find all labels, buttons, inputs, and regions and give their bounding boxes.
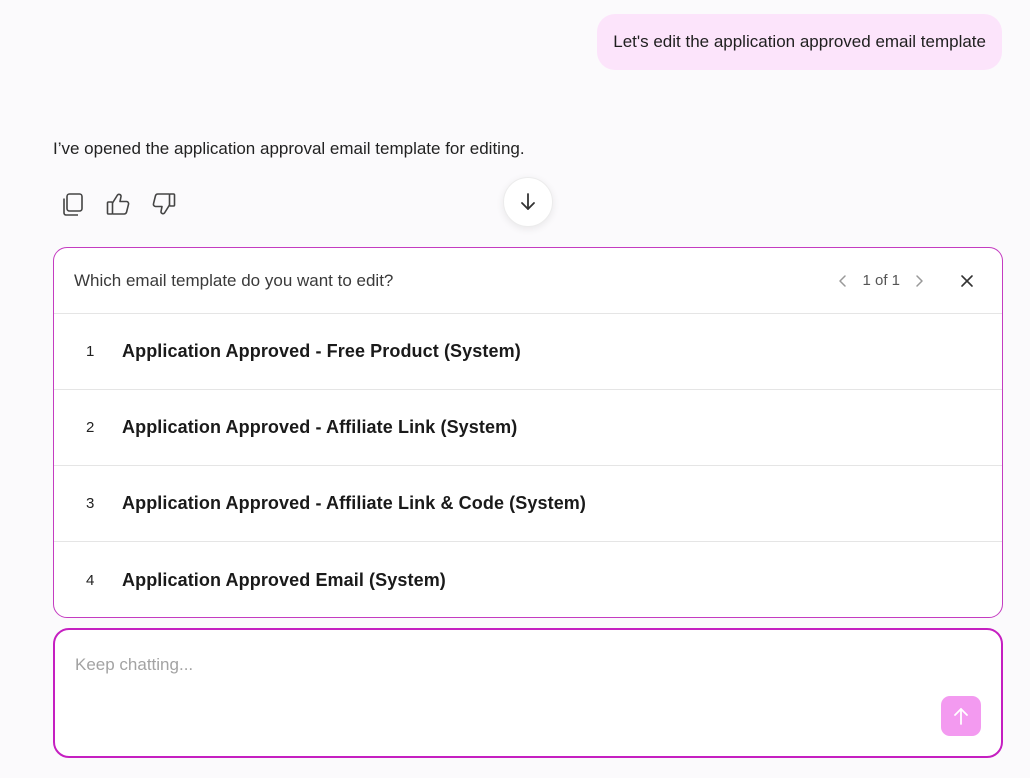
close-question-button[interactable]: [952, 266, 982, 296]
arrow-down-icon: [521, 193, 535, 210]
template-option-2[interactable]: 2 Application Approved - Affiliate Link …: [54, 390, 1002, 466]
template-option-3[interactable]: 3 Application Approved - Affiliate Link …: [54, 466, 1002, 542]
option-label: Application Approved - Affiliate Link (S…: [122, 417, 518, 437]
chat-composer: [53, 628, 1003, 758]
question-pager: 1 of 1: [834, 272, 928, 290]
question-title: Which email template do you want to edit…: [74, 270, 394, 290]
arrow-up-icon: [954, 708, 968, 725]
chevron-left-icon: [839, 274, 847, 287]
option-number: 4: [86, 571, 95, 589]
option-label: Application Approved Email (System): [122, 569, 446, 590]
scroll-to-bottom-button[interactable]: [503, 177, 553, 227]
copy-icon: [63, 193, 83, 216]
pager-next-button[interactable]: [910, 272, 928, 290]
close-icon: [961, 274, 973, 287]
pager-text: 1 of 1: [862, 272, 900, 289]
thumbs-up-icon: [106, 193, 130, 215]
template-options-list: 1 Application Approved - Free Product (S…: [54, 314, 1002, 617]
option-number: 2: [86, 419, 95, 436]
chat-input[interactable]: [75, 650, 935, 680]
template-option-1[interactable]: 1 Application Approved - Free Product (S…: [54, 314, 1002, 390]
assistant-message: I’ve opened the application approval ema…: [53, 139, 525, 158]
option-label: Application Approved - Free Product (Sys…: [122, 341, 521, 361]
option-number: 3: [86, 495, 95, 512]
chat-page: Let's edit the application approved emai…: [0, 0, 1030, 778]
copy-button[interactable]: [55, 187, 89, 221]
question-controls: 1 of 1: [834, 266, 982, 296]
pager-prev-button[interactable]: [834, 272, 852, 290]
chevron-right-icon: [916, 274, 923, 287]
template-option-4[interactable]: 4 Application Approved Email (System): [54, 542, 1002, 617]
question-header: Which email template do you want to edit…: [54, 248, 1002, 314]
reply-actions: [55, 187, 181, 221]
user-message-text: Let's edit the application approved emai…: [613, 32, 986, 51]
thumbs-down-button[interactable]: [147, 187, 181, 221]
option-label: Application Approved - Affiliate Link & …: [122, 493, 587, 513]
thumbs-up-button[interactable]: [101, 187, 135, 221]
thumbs-down-icon: [152, 193, 176, 215]
template-question-card: Which email template do you want to edit…: [53, 247, 1003, 618]
option-number: 1: [86, 343, 95, 360]
send-button[interactable]: [941, 696, 981, 736]
user-message-bubble: Let's edit the application approved emai…: [597, 14, 1002, 70]
